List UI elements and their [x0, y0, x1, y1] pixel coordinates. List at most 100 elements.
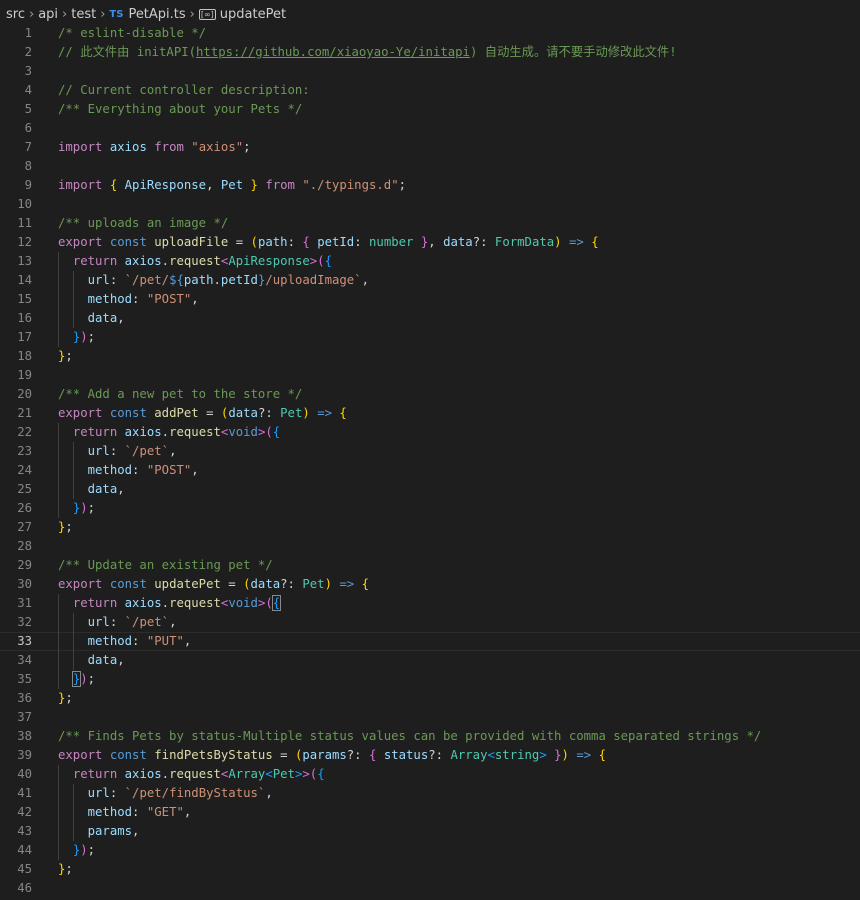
code-line[interactable]: 16 data,	[0, 309, 860, 328]
code-line[interactable]: 35 });	[0, 670, 860, 689]
line-number: 12	[17, 235, 32, 249]
code-line[interactable]: 7 import axios from "axios";	[0, 138, 860, 157]
code-text: method: "PUT",	[87, 634, 192, 648]
typescript-file-icon: TS	[109, 8, 124, 20]
code-line[interactable]: 34 data,	[0, 651, 860, 670]
code-line[interactable]: 31 return axios.request<void>({	[0, 594, 860, 613]
code-line[interactable]: 11 /** uploads an image */	[0, 214, 860, 233]
line-number: 16	[17, 311, 32, 325]
code-line[interactable]: 41 url: `/pet/findByStatus`,	[0, 784, 860, 803]
code-line[interactable]: 5 /** Everything about your Pets */	[0, 100, 860, 119]
code-line[interactable]: 6	[0, 119, 860, 138]
line-number: 36	[17, 691, 32, 705]
code-line[interactable]: 30 export const updatePet = (data?: Pet) …	[0, 575, 860, 594]
code-line[interactable]: 4 // Current controller description:	[0, 81, 860, 100]
code-text: /** uploads an image */	[58, 216, 229, 230]
line-number: 9	[24, 178, 32, 192]
code-line[interactable]: 8	[0, 157, 860, 176]
line-number: 22	[17, 425, 32, 439]
code-text: url: `/pet`,	[87, 444, 177, 458]
code-line[interactable]: 38 /** Finds Pets by status-Multiple stat…	[0, 727, 860, 746]
code-line[interactable]: 25 data,	[0, 480, 860, 499]
code-text: export const updatePet = (data?: Pet) =>…	[58, 577, 370, 591]
code-line[interactable]: 13 return axios.request<ApiResponse>({	[0, 252, 860, 271]
code-line[interactable]: 32 url: `/pet`,	[0, 613, 860, 632]
line-number: 24	[17, 463, 32, 477]
code-line[interactable]: 33 method: "PUT",	[0, 632, 860, 651]
code-line[interactable]: 40 return axios.request<Array<Pet>>({	[0, 765, 860, 784]
line-number: 30	[17, 577, 32, 591]
code-line[interactable]: 44 });	[0, 841, 860, 860]
line-number: 28	[17, 539, 32, 553]
code-line[interactable]: 1 /* eslint-disable */	[0, 24, 860, 43]
code-text: export const addPet = (data?: Pet) => {	[58, 406, 347, 420]
code-text: method: "GET",	[87, 805, 192, 819]
line-number: 3	[24, 64, 32, 78]
line-number: 11	[17, 216, 32, 230]
code-line[interactable]: 23 url: `/pet`,	[0, 442, 860, 461]
line-number: 8	[24, 159, 32, 173]
code-text: };	[58, 349, 73, 363]
chevron-right-icon: ›	[62, 6, 68, 22]
line-number: 32	[17, 615, 32, 629]
code-text: data,	[87, 482, 125, 496]
breadcrumb-item-test[interactable]: test	[71, 7, 96, 22]
code-line[interactable]: 14 url: `/pet/${path.petId}/uploadImage`…	[0, 271, 860, 290]
code-line[interactable]: 3	[0, 62, 860, 81]
code-text: url: `/pet`,	[87, 615, 177, 629]
line-number: 31	[17, 596, 32, 610]
line-number: 34	[17, 653, 32, 667]
code-line[interactable]: 10	[0, 195, 860, 214]
code-text: });	[72, 330, 96, 344]
code-line[interactable]: 15 method: "POST",	[0, 290, 860, 309]
code-text: });	[72, 501, 96, 515]
code-text: import { ApiResponse, Pet } from "./typi…	[58, 178, 407, 192]
code-line[interactable]: 39 export const findPetsByStatus = (param…	[0, 746, 860, 765]
code-text: };	[58, 520, 73, 534]
code-line[interactable]: 12 export const uploadFile = (path: { pet…	[0, 233, 860, 252]
line-number: 18	[17, 349, 32, 363]
code-line[interactable]: 36};	[0, 689, 860, 708]
code-line[interactable]: 20 /** Add a new pet to the store */	[0, 385, 860, 404]
code-line[interactable]: 17 });	[0, 328, 860, 347]
breadcrumb-item-symbol[interactable]: updatePet	[220, 7, 286, 22]
code-line[interactable]: 42 method: "GET",	[0, 803, 860, 822]
code-line[interactable]: 19	[0, 366, 860, 385]
code-line[interactable]: 45};	[0, 860, 860, 879]
code-line[interactable]: 46	[0, 879, 860, 898]
line-number: 14	[17, 273, 32, 287]
code-text: /** Update an existing pet */	[58, 558, 273, 572]
line-number: 45	[17, 862, 32, 876]
line-number: 35	[17, 672, 32, 686]
breadcrumb-item-file[interactable]: PetApi.ts	[128, 7, 185, 22]
code-line[interactable]: 22 return axios.request<void>({	[0, 423, 860, 442]
line-number: 4	[24, 83, 32, 97]
code-text: /** Everything about your Pets */	[58, 102, 303, 116]
code-line[interactable]: 27};	[0, 518, 860, 537]
line-number: 46	[17, 881, 32, 895]
code-line[interactable]: 2 // 此文件由 initAPI(https://github.com/xiao…	[0, 43, 860, 62]
line-number: 2	[24, 45, 32, 59]
line-number: 15	[17, 292, 32, 306]
code-line[interactable]: 21 export const addPet = (data?: Pet) => …	[0, 404, 860, 423]
code-line[interactable]: 26 });	[0, 499, 860, 518]
code-text: export const findPetsByStatus = (params?…	[58, 748, 606, 762]
line-number: 6	[24, 121, 32, 135]
code-text: data,	[87, 653, 125, 667]
code-line[interactable]: 18};	[0, 347, 860, 366]
code-line[interactable]: 24 method: "POST",	[0, 461, 860, 480]
code-line[interactable]: 9 import { ApiResponse, Pet } from "./typ…	[0, 176, 860, 195]
code-line[interactable]: 43 params,	[0, 822, 860, 841]
breadcrumb-item-api[interactable]: api	[38, 7, 58, 22]
breadcrumb-item-src[interactable]: src	[6, 7, 25, 22]
code-line[interactable]: 29 /** Update an existing pet */	[0, 556, 860, 575]
line-number: 29	[17, 558, 32, 572]
code-text: data,	[87, 311, 125, 325]
code-line[interactable]: 28	[0, 537, 860, 556]
chevron-right-icon: ›	[100, 6, 106, 22]
code-editor[interactable]: 1 /* eslint-disable */ 2 // 此文件由 initAPI(ht…	[0, 24, 860, 898]
line-number: 13	[17, 254, 32, 268]
code-line[interactable]: 37	[0, 708, 860, 727]
chevron-right-icon: ›	[189, 6, 195, 22]
line-number: 41	[17, 786, 32, 800]
